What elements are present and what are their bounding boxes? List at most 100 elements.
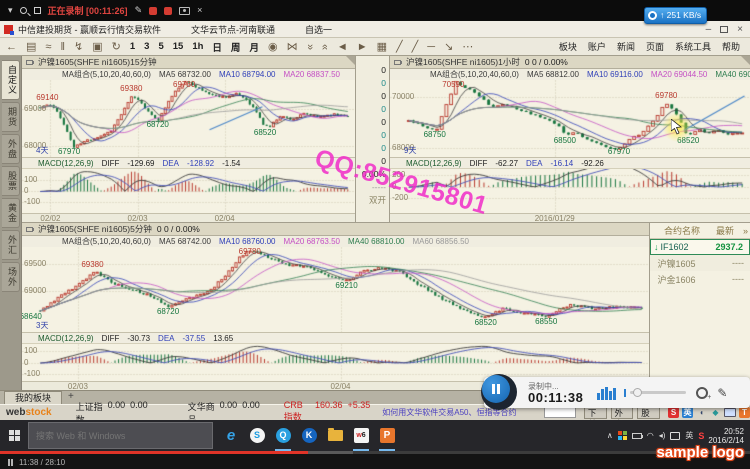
explorer-folder-icon[interactable]: [323, 420, 347, 451]
video-pause-icon[interactable]: [8, 459, 13, 466]
arrow-line-icon[interactable]: ↘: [444, 39, 453, 55]
watchlist-row-1[interactable]: 沪镍1605----: [650, 255, 750, 271]
minimize-button[interactable]: –: [706, 24, 712, 35]
sogou-icon[interactable]: S: [668, 407, 679, 418]
trendline-icon[interactable]: ╱: [396, 39, 403, 55]
taskbar-search-input[interactable]: [28, 422, 213, 449]
skype-icon[interactable]: S: [245, 420, 269, 451]
menu-item-4[interactable]: 系统工具: [675, 40, 711, 53]
sidebar-tab-1[interactable]: 期货: [2, 102, 20, 132]
start-button[interactable]: [0, 420, 28, 451]
lightning-icon[interactable]: ↯: [74, 39, 83, 55]
wenhua-wh6-icon[interactable]: w6: [349, 420, 373, 451]
zoom-tool-icon[interactable]: [20, 7, 27, 14]
period-day[interactable]: 日: [212, 40, 222, 54]
period-15min[interactable]: 15: [173, 41, 184, 52]
recorder-pause-button[interactable]: [482, 375, 510, 403]
maximize-button[interactable]: [720, 26, 728, 33]
macd-canvas[interactable]: [22, 344, 649, 381]
watchlist-col-last[interactable]: 最新: [716, 224, 734, 237]
camera-icon[interactable]: [179, 7, 190, 15]
app-titlebar[interactable]: 中信建投期货 - 赢顺云行情交易软件 文华云节点-河南联通 自选一 – ×: [0, 21, 750, 38]
candle-canvas[interactable]: [390, 80, 750, 157]
sidebar-tab-3[interactable]: 股票: [2, 166, 20, 196]
watchlist-row-0[interactable]: ↓IF16022937.2: [650, 239, 750, 255]
collapse-up-icon[interactable]: »: [317, 43, 333, 49]
k-app-icon[interactable]: K: [297, 420, 321, 451]
menu-item-0[interactable]: 板块: [559, 40, 577, 53]
menu-item-3[interactable]: 页面: [646, 40, 664, 53]
sidebar-tab-2[interactable]: 外盘: [2, 134, 20, 164]
sidebar-tab-6[interactable]: 场外: [2, 262, 20, 292]
more-tools-icon[interactable]: ⋯: [462, 39, 473, 55]
ray-line-icon[interactable]: ╱: [412, 39, 419, 55]
save-icon[interactable]: ▣: [92, 39, 102, 55]
moon-icon[interactable]: ◖: [696, 407, 707, 418]
candle-plot[interactable]: 7000068000705906978068750685006797068520…: [390, 80, 750, 157]
watchlist-more-icon[interactable]: »: [743, 226, 748, 236]
period-month[interactable]: 月: [249, 40, 259, 54]
line-chart-icon[interactable]: ≈: [45, 39, 51, 55]
edge-icon[interactable]: e: [219, 420, 243, 451]
collapse-down-icon[interactable]: »: [302, 43, 318, 49]
open-both-label[interactable]: 双开: [356, 194, 389, 207]
stop-button[interactable]: [164, 7, 172, 15]
close-button[interactable]: ×: [737, 24, 743, 35]
statusbar-button-0[interactable]: 下单: [584, 407, 607, 419]
record-button[interactable]: [149, 7, 157, 15]
browser-q-icon[interactable]: Q: [271, 420, 295, 451]
candle-plot[interactable]: 6900068000691406938069780679706872068520…: [22, 80, 355, 157]
next-page-icon[interactable]: ►: [357, 39, 368, 55]
capture-window-icon[interactable]: [34, 7, 41, 14]
watchlist-col-name[interactable]: 合约名称: [664, 224, 700, 237]
dict-icon[interactable]: 英: [682, 407, 693, 418]
corner-fold-icon[interactable]: [741, 56, 750, 65]
layout-icon[interactable]: ▦: [377, 39, 387, 55]
watchlist-row-2[interactable]: 沪金1606----: [650, 271, 750, 287]
period-5min[interactable]: 5: [158, 41, 163, 52]
back-icon[interactable]: ←: [6, 39, 17, 55]
refresh-icon[interactable]: ↻: [112, 39, 121, 55]
candle-plot[interactable]: 6950069000686406938068720697806921068520…: [22, 247, 649, 332]
powerpoint-icon[interactable]: P: [375, 420, 399, 451]
period-3min[interactable]: 3: [144, 41, 149, 52]
eye-icon[interactable]: ◉: [268, 39, 278, 55]
prev-page-icon[interactable]: ◄: [337, 39, 348, 55]
tray-grid-icon[interactable]: [618, 431, 627, 440]
macd-plot[interactable]: 1000-100: [22, 168, 355, 213]
volume-slider[interactable]: [630, 391, 686, 394]
annotate-pen-icon[interactable]: ✎: [717, 386, 727, 400]
collapse-icon[interactable]: [26, 60, 33, 65]
menu-item-2[interactable]: 新闻: [617, 40, 635, 53]
candle-canvas[interactable]: [22, 80, 355, 157]
monitor-icon[interactable]: [724, 408, 736, 417]
period-1min[interactable]: 1: [130, 41, 135, 52]
menu-item-1[interactable]: 账户: [588, 40, 606, 53]
sidebar-tab-5[interactable]: 外汇: [2, 230, 20, 260]
pen-tool-icon[interactable]: ✎: [135, 0, 143, 21]
volume-icon[interactable]: ◂): [659, 431, 666, 440]
chart-panel-5min[interactable]: 沪镍1605(SHFE ni1605)5分钟0 0 / 0.00%MA组合(5,…: [22, 222, 650, 390]
macd-plot[interactable]: 1000-100: [22, 343, 649, 381]
statusbar-button-1[interactable]: 外盘: [611, 407, 634, 419]
horizontal-line-icon[interactable]: ─: [427, 39, 435, 55]
sidebar-tab-0[interactable]: 自定义: [2, 60, 20, 100]
grid-view-icon[interactable]: ▤: [26, 39, 36, 55]
network-speed-badge[interactable]: ↑ 251 KB/s: [644, 7, 707, 24]
battery-icon[interactable]: [632, 433, 642, 439]
sidebar-tab-4[interactable]: 黄金: [2, 198, 20, 228]
webcam-icon[interactable]: [696, 387, 708, 399]
wifi-icon[interactable]: ◠: [647, 431, 654, 440]
language-indicator[interactable]: 英: [685, 430, 693, 441]
close-recorder-icon[interactable]: ×: [197, 0, 202, 21]
candlestick-icon[interactable]: ‖: [60, 39, 65, 55]
action-center-icon[interactable]: [670, 432, 680, 440]
quick-code-input[interactable]: [544, 407, 575, 418]
chart-panel-15min[interactable]: 沪镍1605(SHFE ni1605)15分钟MA组合(5,10,20,40,6…: [22, 56, 355, 222]
period-1hour[interactable]: 1h: [192, 41, 203, 52]
collapse-icon[interactable]: [394, 60, 401, 65]
tray-sogou-icon[interactable]: S: [698, 431, 704, 441]
taskbar-clock[interactable]: 20:52 2016/2/14: [708, 427, 744, 445]
shirt-icon[interactable]: T: [739, 407, 750, 418]
corner-fold-icon[interactable]: [346, 56, 355, 65]
